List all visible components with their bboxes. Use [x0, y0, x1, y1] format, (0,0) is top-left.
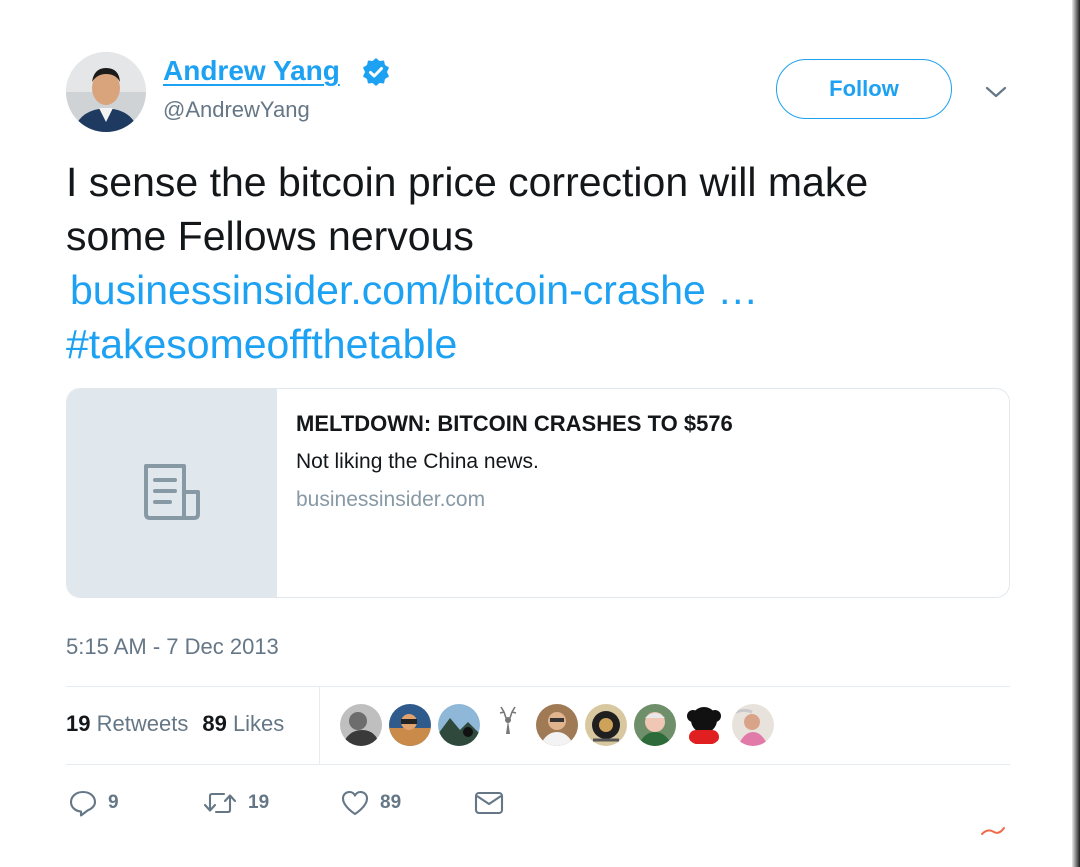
verified-badge-icon	[363, 58, 389, 86]
retweets-count: 19	[66, 711, 91, 736]
corner-mark-icon	[981, 827, 1005, 835]
tweet-text-line: some Fellows nervous	[66, 213, 474, 259]
divider	[66, 764, 1010, 765]
liker-avatar[interactable]	[487, 704, 529, 746]
direct-message-button[interactable]	[474, 790, 504, 816]
heart-icon	[341, 790, 369, 816]
tweet-link[interactable]: businessinsider.com/bitcoin-crashe …	[66, 263, 1056, 317]
author-handle[interactable]: @AndrewYang	[163, 97, 310, 123]
chevron-down-icon[interactable]	[984, 82, 1008, 102]
likes-count: 89	[202, 711, 227, 736]
tweet-text-line: I sense the bitcoin price correction wil…	[66, 159, 869, 205]
follow-button[interactable]: Follow	[776, 59, 952, 119]
card-domain: businessinsider.com	[296, 488, 486, 511]
author-avatar[interactable]	[66, 52, 146, 132]
retweets-stat[interactable]: 19 Retweets	[66, 711, 188, 736]
retweets-label: Retweets	[96, 711, 189, 736]
card-description: Not liking the China news.	[296, 450, 539, 473]
likes-label: Likes	[232, 711, 285, 736]
reply-count: 9	[108, 792, 119, 813]
liker-avatar[interactable]	[340, 704, 382, 746]
like-button[interactable]: 89	[340, 788, 401, 818]
tweet-text: I sense the bitcoin price correction wil…	[66, 155, 1056, 371]
document-icon	[144, 464, 200, 520]
author-name-link[interactable]: Andrew Yang	[163, 55, 340, 87]
tweet-stats: 19 Retweets 89 Likes	[66, 711, 284, 737]
like-count: 89	[380, 792, 402, 813]
liker-avatar[interactable]	[438, 704, 480, 746]
reply-icon	[69, 790, 97, 817]
retweet-icon	[203, 792, 237, 814]
reply-button[interactable]: 9	[68, 788, 119, 818]
retweet-count: 19	[248, 792, 270, 813]
divider	[66, 686, 1010, 687]
liker-avatar[interactable]	[536, 704, 578, 746]
liker-avatar[interactable]	[732, 704, 774, 746]
tweet-timestamp[interactable]: 5:15 AM - 7 Dec 2013	[66, 634, 279, 660]
likes-stat[interactable]: 89 Likes	[202, 711, 284, 736]
envelope-icon	[474, 791, 504, 815]
link-preview-card[interactable]: MELTDOWN: BITCOIN CRASHES TO $576 Not li…	[66, 388, 1010, 598]
card-title: MELTDOWN: BITCOIN CRASHES TO $576	[296, 411, 733, 436]
tweet-hashtag[interactable]: #takesomeoffthetable	[66, 317, 1056, 371]
window-edge	[1072, 0, 1080, 867]
liker-avatar[interactable]	[389, 704, 431, 746]
divider	[319, 686, 320, 764]
retweet-button[interactable]: 19	[202, 788, 269, 818]
card-media	[67, 389, 277, 597]
liker-avatars	[340, 704, 774, 746]
liker-avatar[interactable]	[634, 704, 676, 746]
liker-avatar[interactable]	[585, 704, 627, 746]
liker-avatar[interactable]	[683, 704, 725, 746]
